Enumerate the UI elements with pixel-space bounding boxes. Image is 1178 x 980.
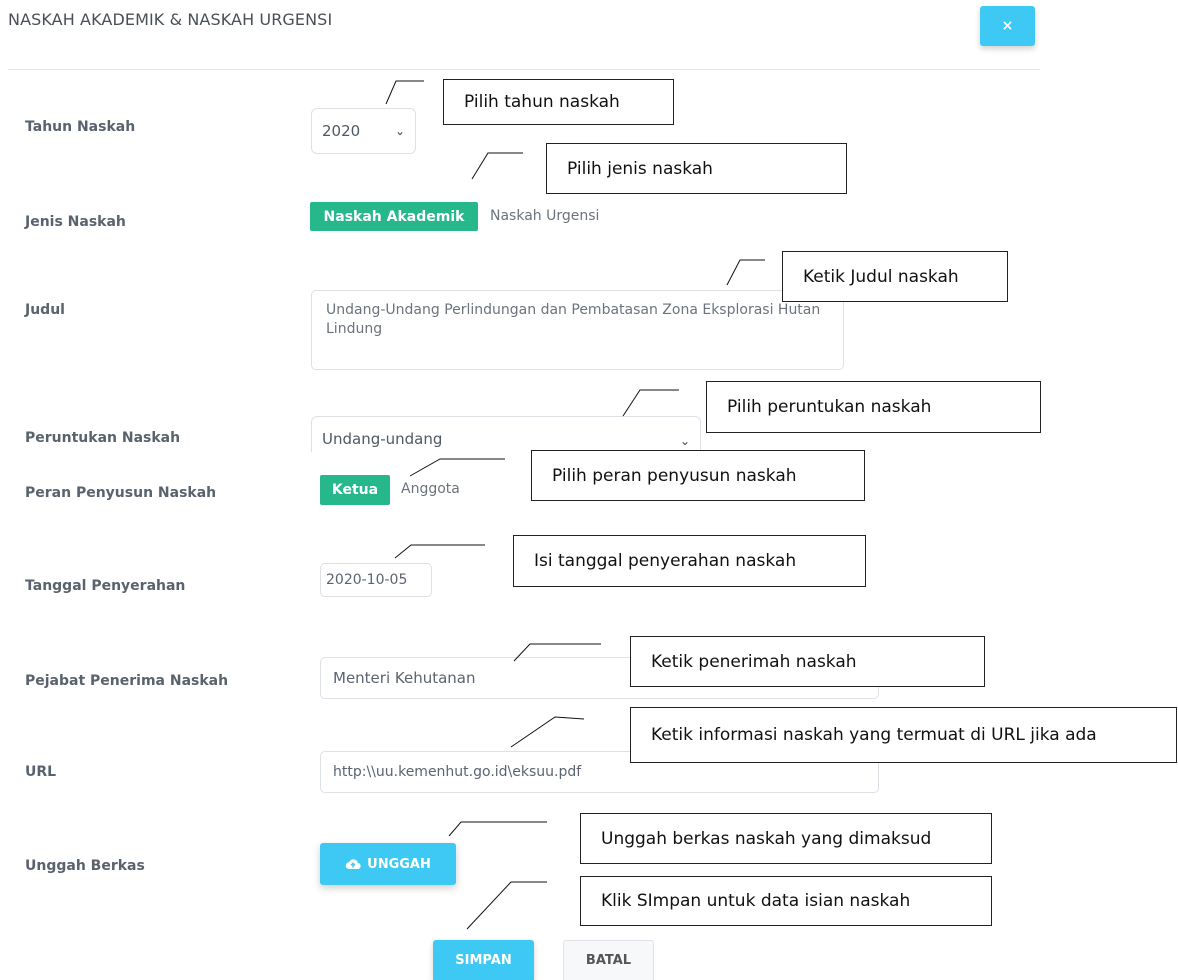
- leader-peruntukan: [622, 389, 679, 417]
- leader-simpan: [466, 881, 547, 930]
- leader-pejabat: [513, 643, 601, 662]
- leader-tahun: [385, 80, 424, 105]
- callout-leader-lines: [385, 80, 765, 930]
- leader-berkas: [448, 821, 547, 837]
- leader-judul: [726, 259, 765, 286]
- leader-peran: [409, 458, 505, 477]
- leader-url: [510, 716, 585, 748]
- leader-jenis: [471, 152, 523, 180]
- leader-tanggal: [394, 544, 485, 559]
